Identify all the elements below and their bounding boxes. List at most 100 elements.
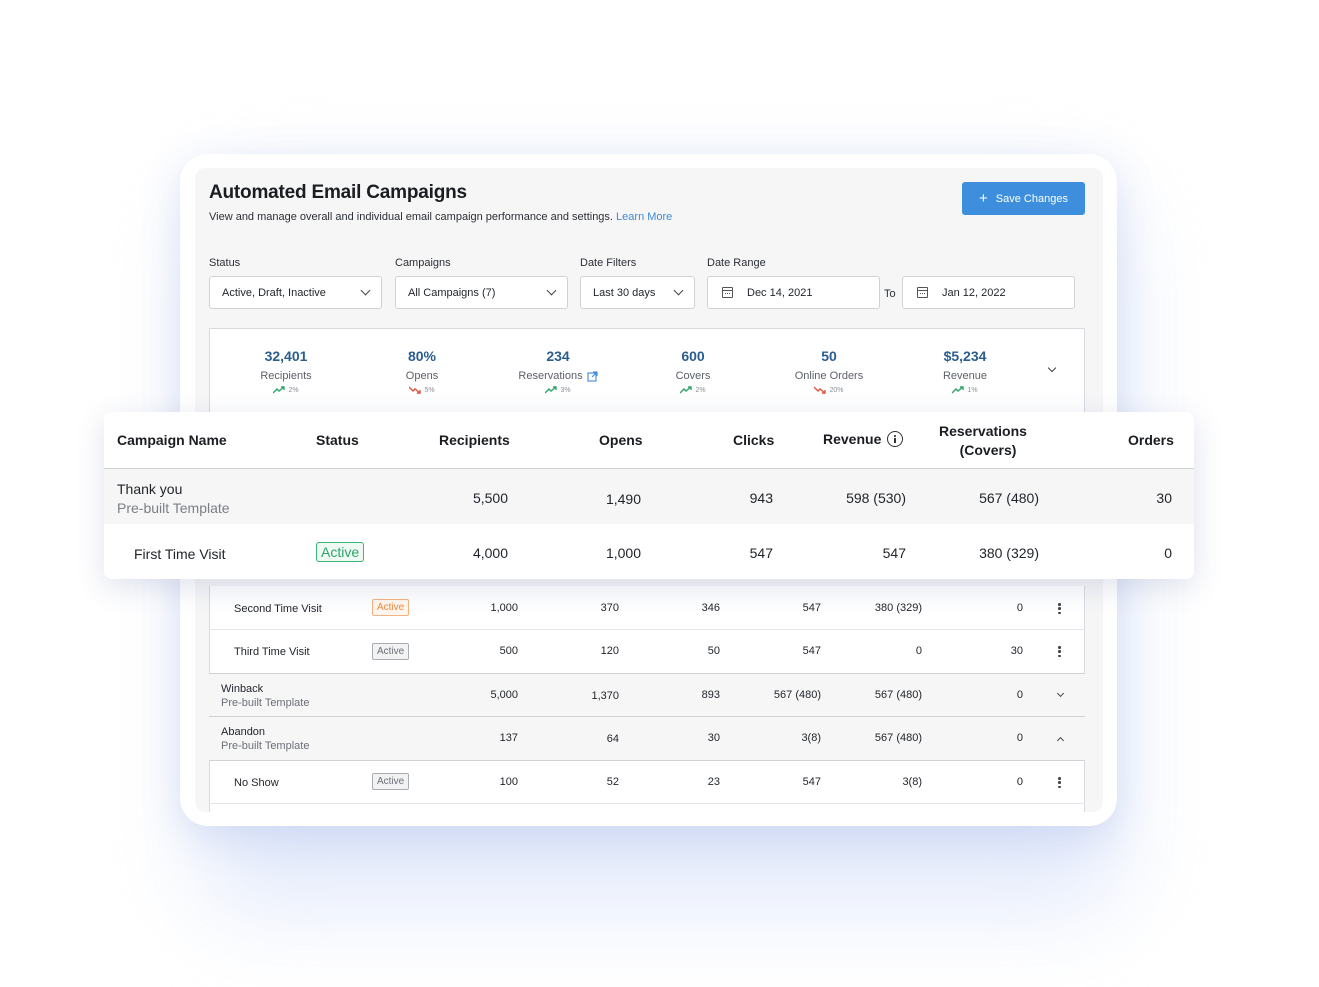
save-changes-label: Save Changes [995, 192, 1068, 205]
date-to-input[interactable]: Jan 12, 2022 [902, 276, 1075, 309]
column-header-orders[interactable]: Orders [1128, 432, 1174, 448]
opens-value: 1,370 [591, 690, 619, 702]
opens-value: 370 [600, 602, 619, 614]
stat-value: 80% [407, 348, 437, 364]
date-filters-select[interactable]: Last 30 days [580, 276, 695, 309]
campaigns-filter-label: Campaigns [395, 257, 451, 269]
stat-label: Covers [675, 370, 711, 382]
reservations-value: 0 [915, 645, 922, 657]
more-options-icon[interactable] [1058, 777, 1061, 788]
column-header-clicks[interactable]: Clicks [733, 432, 774, 448]
stat-trend-value: 2% [695, 386, 706, 394]
more-options-icon[interactable] [1058, 603, 1061, 614]
campaign-template-label: Pre-built Template [117, 500, 230, 516]
campaign-name: Abandon [221, 726, 266, 738]
stat-label: Reservations [518, 370, 583, 382]
status-badge: Active [372, 773, 410, 790]
chevron-down-icon[interactable] [1056, 689, 1065, 698]
clicks-value: 547 [749, 545, 773, 561]
opens-value: 120 [600, 645, 619, 657]
table-header: Campaign Name Status Recipients Opens Cl… [104, 412, 1194, 469]
orders-value: 0 [1164, 545, 1172, 561]
opens-value: 64 [606, 733, 619, 745]
stat-opens: 80% Opens 5% [352, 348, 492, 394]
stat-value: 600 [681, 348, 705, 364]
orders-value: 0 [1016, 776, 1023, 788]
reservations-value: 567 (480) [874, 689, 922, 701]
stat-label: Online Orders [794, 370, 864, 382]
stat-revenue: $5,234 Revenue 1% [895, 348, 1035, 394]
table-row[interactable]: Second Time Visit Active 1,000 370 346 5… [209, 586, 1085, 630]
chevron-down-icon [360, 285, 371, 296]
page-subtitle: View and manage overall and individual e… [209, 211, 672, 223]
recipients-value: 137 [499, 732, 518, 744]
orders-value: 30 [1010, 645, 1023, 657]
stat-value: $5,234 [943, 348, 987, 364]
more-options-icon[interactable] [1058, 646, 1061, 657]
table-row[interactable]: Third Time Visit Active 500 120 50 547 0… [209, 630, 1085, 674]
table-row[interactable]: First Time Visit Active 4,000 1,000 547 … [104, 524, 1194, 579]
stat-value: 50 [821, 348, 837, 364]
trend-up-icon [680, 386, 693, 394]
column-header-recipients[interactable]: Recipients [439, 432, 510, 448]
opens-value: 1,490 [605, 491, 641, 507]
campaigns-filter-select[interactable]: All Campaigns (7) [395, 276, 568, 309]
trend-up-icon [952, 386, 965, 394]
status-badge: Active [316, 542, 365, 562]
trend-up-icon [545, 386, 558, 394]
stat-trend: 3% [488, 386, 628, 394]
column-header-covers-label: (Covers) [959, 442, 1017, 458]
stats-expand-toggle[interactable] [1047, 363, 1057, 373]
reservations-value: 567 (480) [979, 490, 1039, 506]
date-filters-value: Last 30 days [593, 286, 656, 299]
revenue-value: 547 [802, 645, 821, 657]
reservations-value: 567 (480) [874, 732, 922, 744]
campaigns-filter-value: All Campaigns (7) [408, 286, 496, 299]
table-group-row[interactable]: Winback Pre-built Template 5,000 1,370 8… [209, 674, 1085, 717]
recipients-value: 500 [499, 645, 518, 657]
column-header-status[interactable]: Status [316, 432, 359, 448]
revenue-value: 598 (530) [846, 490, 906, 506]
column-header-reservations[interactable]: Reservations (Covers) [939, 423, 1027, 458]
campaign-name: Winback [221, 683, 264, 695]
stat-value: 32,401 [264, 348, 308, 364]
table-group-row[interactable]: Abandon Pre-built Template 137 64 30 3(8… [209, 717, 1085, 761]
chevron-down-icon [673, 285, 684, 296]
save-changes-button[interactable]: + Save Changes [962, 182, 1085, 215]
column-header-campaign-name[interactable]: Campaign Name [117, 432, 227, 448]
info-icon[interactable] [887, 431, 904, 448]
stat-trend-value: 1% [967, 386, 978, 394]
chevron-up-icon[interactable] [1056, 736, 1065, 745]
column-header-revenue[interactable]: Revenue [823, 431, 904, 448]
recipients-value: 4,000 [472, 545, 508, 561]
reservations-value: 380 (329) [874, 602, 922, 614]
stat-trend: 2% [216, 386, 356, 394]
table-group-row[interactable]: Thank you Pre-built Template 5,500 1,490… [104, 469, 1194, 524]
orders-value: 0 [1016, 689, 1023, 701]
date-from-input[interactable]: Dec 14, 2021 [707, 276, 880, 309]
status-filter-select[interactable]: Active, Draft, Inactive [209, 276, 382, 309]
column-header-opens[interactable]: Opens [599, 432, 643, 448]
status-filter-label: Status [209, 257, 241, 269]
campaign-name: Second Time Visit [234, 603, 322, 615]
revenue-value: 547 [802, 776, 821, 788]
learn-more-link[interactable]: Learn More [616, 211, 672, 223]
external-link-icon[interactable] [587, 370, 598, 382]
stat-online-orders: 50 Online Orders 20% [759, 348, 899, 394]
recipients-value: 5,500 [472, 490, 508, 506]
calendar-icon [722, 287, 733, 298]
stat-trend: 1% [895, 386, 1035, 394]
revenue-value: 567 (480) [773, 689, 821, 701]
reservations-value: 3(8) [902, 776, 922, 788]
opens-value: 1,000 [605, 545, 641, 561]
stat-trend: 5% [352, 386, 492, 394]
clicks-value: 346 [701, 602, 720, 614]
recipients-value: 1,000 [490, 602, 518, 614]
stat-trend: 2% [623, 386, 763, 394]
table-row[interactable]: No Show Active 100 52 23 547 3(8) 0 [209, 761, 1085, 804]
campaign-name: Thank you [117, 481, 183, 497]
clicks-value: 893 [701, 689, 720, 701]
calendar-icon [917, 287, 928, 298]
clicks-value: 23 [707, 776, 720, 788]
stage: Automated Email Campaigns View and manag… [0, 0, 1319, 987]
